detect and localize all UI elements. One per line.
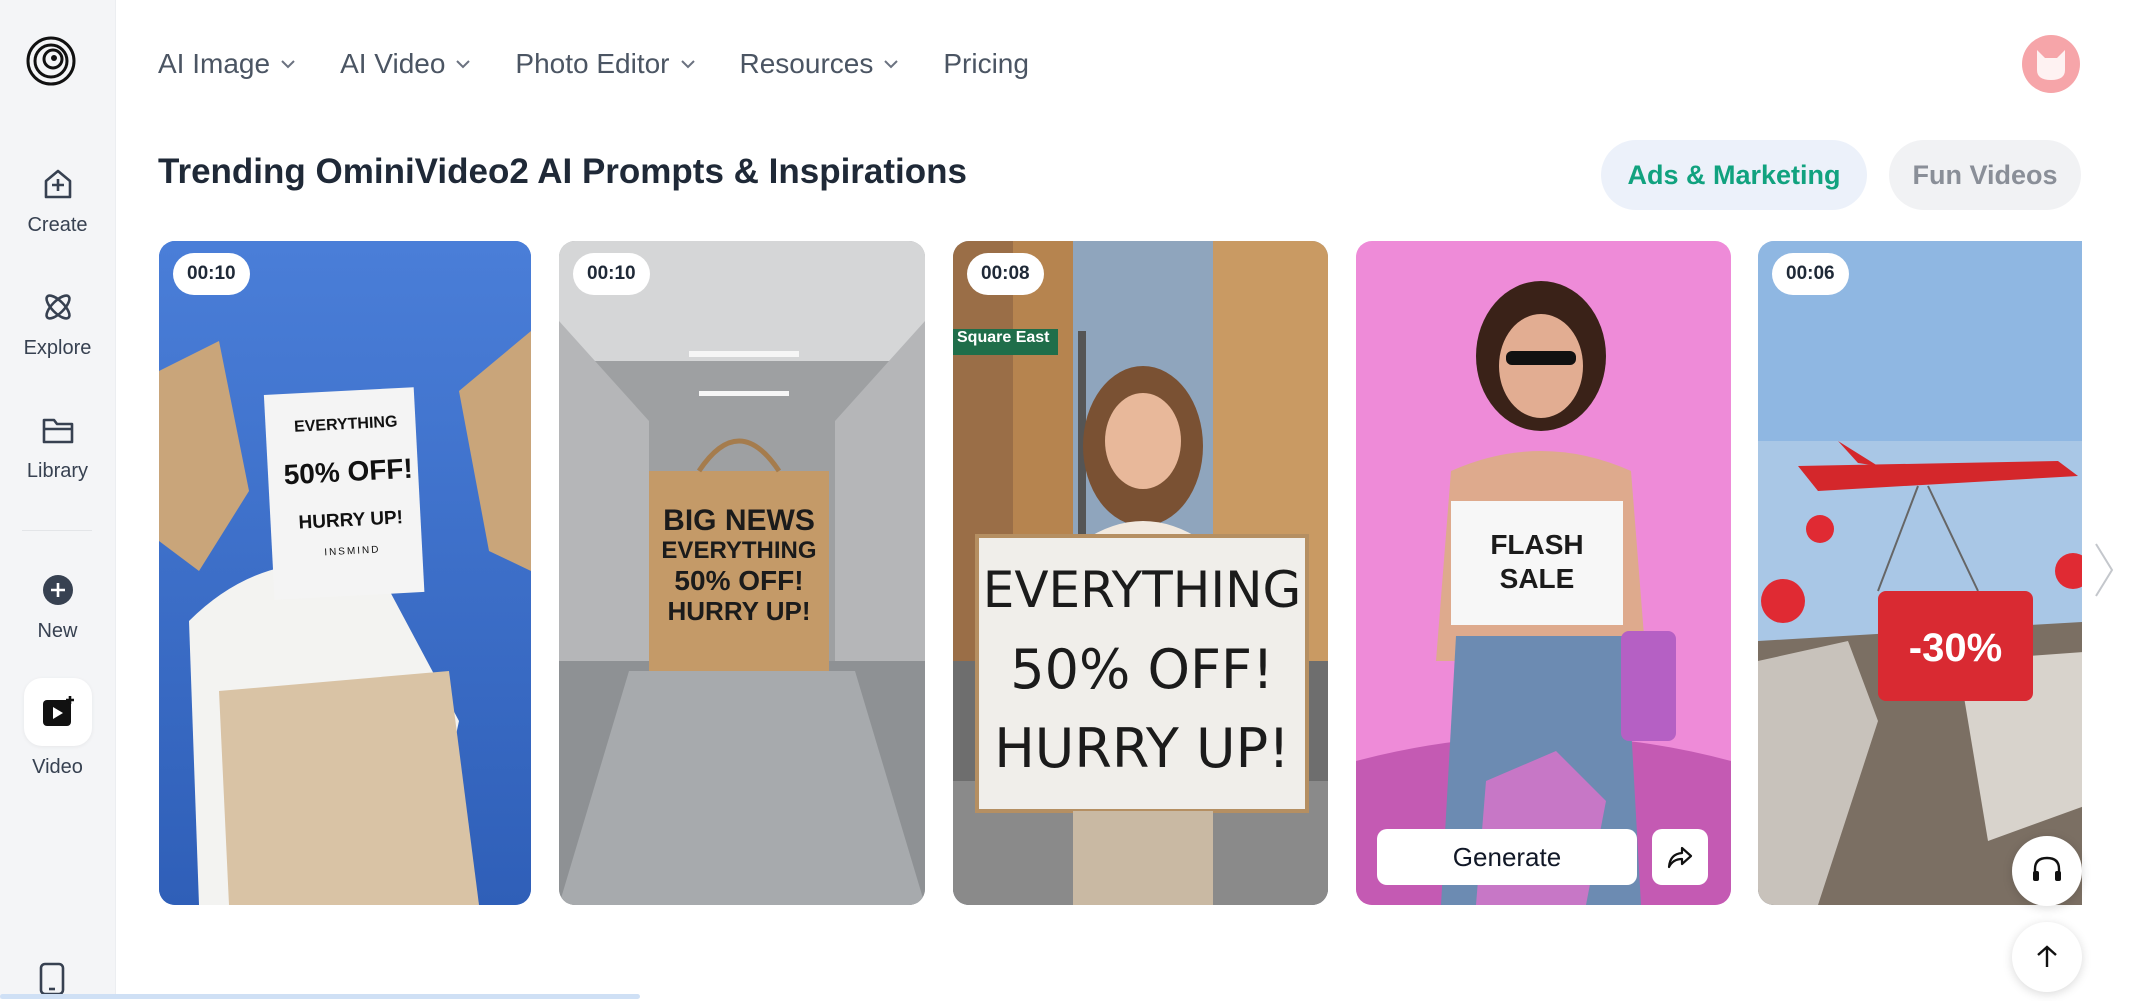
sidebar-item-library[interactable]: Library <box>0 408 115 483</box>
video-card[interactable]: 00:10 BIG NEWS EVERYTHING 50% OFF! HURRY… <box>559 241 925 905</box>
nav-photo-editor[interactable]: Photo Editor <box>515 48 695 80</box>
sign-text: EVERYTHING 50% OFF! HURRY UP! INSMIND <box>270 412 427 561</box>
explore-icon <box>36 285 80 329</box>
sign-text: BIG NEWS EVERYTHING 50% OFF! HURRY UP! <box>649 504 829 627</box>
video-card[interactable]: FLASH SALE Generate <box>1356 241 1731 905</box>
plus-circle-icon <box>36 568 80 612</box>
sidebar: Create Explore Library New Video <box>0 0 116 999</box>
sign-line: SALE <box>1499 563 1575 594</box>
duration-badge: 00:10 <box>173 253 250 295</box>
sidebar-item-new[interactable]: New <box>0 568 115 643</box>
sign-line: 50% OFF! <box>282 452 414 491</box>
share-button[interactable] <box>1652 829 1708 885</box>
sidebar-divider <box>22 530 92 531</box>
headset-icon <box>2033 856 2061 881</box>
video-card[interactable]: 00:10 EVERYTHING 50% OFF! HURRY UP! INSM… <box>159 241 531 905</box>
tab-ads-marketing[interactable]: Ads & Marketing <box>1601 140 1867 210</box>
nav-pricing[interactable]: Pricing <box>943 48 1029 80</box>
sidebar-item-label: Library <box>26 460 89 482</box>
spiral-logo-icon[interactable] <box>26 36 76 86</box>
nav-label: Photo Editor <box>515 48 670 79</box>
video-card[interactable]: Square East 00:08 EVERYTHING 50% OFF! HU… <box>953 241 1328 905</box>
generate-button[interactable]: Generate <box>1377 829 1637 885</box>
nav-label: AI Video <box>340 48 446 79</box>
card-thumbnail <box>159 241 531 905</box>
nav-label: AI Image <box>158 48 271 79</box>
sidebar-item-label: Explore <box>23 337 92 359</box>
nav-label: Pricing <box>943 48 1029 79</box>
sidebar-item-video[interactable]: Video <box>0 678 115 779</box>
top-nav: AI Image AI Video Photo Editor Resources… <box>158 44 1073 84</box>
support-button[interactable] <box>2012 836 2082 906</box>
sign-line: FLASH <box>1490 529 1584 560</box>
sign-line: EVERYTHING <box>661 537 817 564</box>
create-icon <box>36 162 80 206</box>
duration-badge: 00:10 <box>573 253 650 295</box>
sign-text: EVERYTHING 50% OFF! HURRY UP! <box>977 551 1307 788</box>
page-title: Trending OminiVideo2 AI Prompts & Inspir… <box>158 152 967 191</box>
sidebar-item-label: Create <box>27 214 88 236</box>
avatar[interactable] <box>2022 35 2080 93</box>
carousel-next-button[interactable] <box>2092 540 2116 605</box>
nav-ai-image[interactable]: AI Image <box>158 48 296 80</box>
chevron-right-icon <box>2095 543 2114 597</box>
sign-line: HURRY UP! <box>994 717 1290 780</box>
video-card[interactable]: 00:06 -30% <box>1758 241 2082 905</box>
sidebar-item-label: Video <box>32 756 83 778</box>
chevron-down-icon <box>884 60 899 69</box>
chevron-down-icon <box>680 60 695 69</box>
sidebar-item-create[interactable]: Create <box>0 162 115 237</box>
duration-badge: 00:08 <box>967 253 1044 295</box>
chevron-down-icon <box>456 60 471 69</box>
sign-line: BIG NEWS <box>663 504 815 537</box>
tab-fun-videos[interactable]: Fun Videos <box>1889 140 2081 210</box>
sign-line: 50% OFF! <box>674 565 804 596</box>
nav-resources[interactable]: Resources <box>740 48 900 80</box>
sign-line: 50% OFF! <box>1010 638 1274 701</box>
card-thumbnail <box>1758 241 2082 905</box>
scroll-to-top-button[interactable] <box>2012 922 2082 992</box>
street-sign: Square East <box>957 329 1050 346</box>
sign-text: FLASH SALE <box>1451 528 1623 596</box>
video-card-carousel: 00:10 EVERYTHING 50% OFF! HURRY UP! INSM… <box>158 240 2082 906</box>
sidebar-item-label: New <box>37 620 78 642</box>
arrow-up-icon <box>2037 945 2057 967</box>
nav-label: Resources <box>739 48 874 79</box>
nav-ai-video[interactable]: AI Video <box>340 48 471 80</box>
video-icon <box>23 678 92 746</box>
scroll-progress-bar <box>0 994 640 999</box>
folder-icon <box>36 408 80 452</box>
share-icon <box>1667 846 1693 869</box>
cat-avatar-icon <box>2037 50 2065 80</box>
sign-line: HURRY UP! <box>298 507 404 534</box>
chevron-down-icon <box>281 60 295 69</box>
sign-line: HURRY UP! <box>667 596 811 626</box>
sign-line: EVERYTHING <box>982 561 1302 619</box>
sidebar-item-explore[interactable]: Explore <box>0 285 115 360</box>
duration-badge: 00:06 <box>1772 253 1849 295</box>
sign-text: -30% <box>1908 626 2003 670</box>
